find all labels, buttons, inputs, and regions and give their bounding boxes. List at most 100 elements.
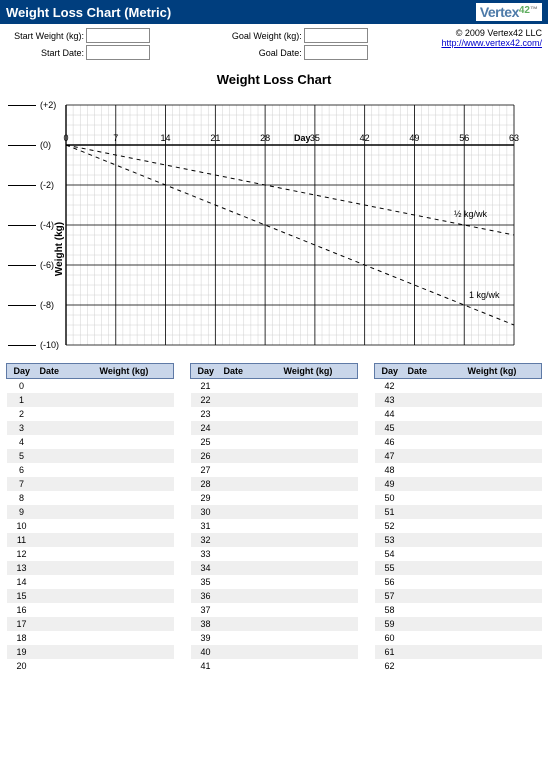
- cell-date[interactable]: [221, 491, 281, 505]
- cell-weight[interactable]: [465, 379, 542, 393]
- cell-date[interactable]: [221, 477, 281, 491]
- cell-weight[interactable]: [465, 659, 542, 673]
- cell-weight[interactable]: [281, 617, 358, 631]
- cell-date[interactable]: [405, 505, 465, 519]
- cell-date[interactable]: [221, 379, 281, 393]
- cell-date[interactable]: [221, 519, 281, 533]
- cell-date[interactable]: [221, 463, 281, 477]
- cell-weight[interactable]: [281, 421, 358, 435]
- cell-date[interactable]: [405, 645, 465, 659]
- cell-date[interactable]: [221, 393, 281, 407]
- cell-weight[interactable]: [465, 547, 542, 561]
- cell-date[interactable]: [37, 505, 97, 519]
- cell-date[interactable]: [221, 645, 281, 659]
- cell-weight[interactable]: [465, 519, 542, 533]
- cell-date[interactable]: [405, 421, 465, 435]
- cell-weight[interactable]: [281, 407, 358, 421]
- cell-weight[interactable]: [97, 603, 174, 617]
- cell-date[interactable]: [221, 505, 281, 519]
- cell-date[interactable]: [37, 491, 97, 505]
- cell-weight[interactable]: [281, 533, 358, 547]
- cell-weight[interactable]: [281, 379, 358, 393]
- cell-weight[interactable]: [465, 407, 542, 421]
- cell-weight[interactable]: [465, 645, 542, 659]
- cell-date[interactable]: [405, 519, 465, 533]
- cell-weight[interactable]: [281, 575, 358, 589]
- cell-weight[interactable]: [97, 617, 174, 631]
- cell-date[interactable]: [37, 533, 97, 547]
- cell-date[interactable]: [221, 589, 281, 603]
- cell-date[interactable]: [221, 449, 281, 463]
- cell-date[interactable]: [221, 631, 281, 645]
- cell-weight[interactable]: [97, 463, 174, 477]
- cell-date[interactable]: [37, 589, 97, 603]
- cell-date[interactable]: [221, 407, 281, 421]
- goal-weight-input[interactable]: [304, 28, 368, 43]
- cell-weight[interactable]: [97, 435, 174, 449]
- cell-weight[interactable]: [281, 449, 358, 463]
- cell-date[interactable]: [405, 533, 465, 547]
- cell-weight[interactable]: [281, 435, 358, 449]
- cell-date[interactable]: [37, 603, 97, 617]
- cell-date[interactable]: [37, 631, 97, 645]
- cell-weight[interactable]: [97, 589, 174, 603]
- cell-weight[interactable]: [281, 519, 358, 533]
- cell-date[interactable]: [37, 561, 97, 575]
- cell-date[interactable]: [405, 393, 465, 407]
- cell-date[interactable]: [37, 463, 97, 477]
- cell-date[interactable]: [405, 603, 465, 617]
- cell-weight[interactable]: [97, 477, 174, 491]
- cell-weight[interactable]: [465, 631, 542, 645]
- cell-weight[interactable]: [97, 631, 174, 645]
- cell-weight[interactable]: [281, 659, 358, 673]
- cell-date[interactable]: [405, 659, 465, 673]
- cell-date[interactable]: [221, 547, 281, 561]
- cell-date[interactable]: [37, 477, 97, 491]
- cell-weight[interactable]: [97, 547, 174, 561]
- cell-weight[interactable]: [465, 477, 542, 491]
- cell-weight[interactable]: [97, 533, 174, 547]
- cell-weight[interactable]: [465, 449, 542, 463]
- cell-weight[interactable]: [97, 519, 174, 533]
- cell-date[interactable]: [405, 463, 465, 477]
- cell-date[interactable]: [37, 379, 97, 393]
- cell-date[interactable]: [405, 589, 465, 603]
- cell-weight[interactable]: [281, 393, 358, 407]
- cell-weight[interactable]: [465, 589, 542, 603]
- cell-date[interactable]: [37, 575, 97, 589]
- cell-date[interactable]: [221, 603, 281, 617]
- cell-date[interactable]: [405, 491, 465, 505]
- cell-date[interactable]: [37, 645, 97, 659]
- start-weight-input[interactable]: [86, 28, 150, 43]
- goal-date-input[interactable]: [304, 45, 368, 60]
- cell-date[interactable]: [405, 435, 465, 449]
- cell-date[interactable]: [221, 561, 281, 575]
- cell-date[interactable]: [37, 435, 97, 449]
- cell-weight[interactable]: [97, 449, 174, 463]
- cell-weight[interactable]: [97, 505, 174, 519]
- cell-weight[interactable]: [465, 491, 542, 505]
- cell-date[interactable]: [405, 379, 465, 393]
- cell-weight[interactable]: [97, 575, 174, 589]
- cell-date[interactable]: [405, 477, 465, 491]
- cell-weight[interactable]: [281, 491, 358, 505]
- cell-weight[interactable]: [97, 379, 174, 393]
- cell-weight[interactable]: [281, 561, 358, 575]
- cell-weight[interactable]: [281, 603, 358, 617]
- cell-date[interactable]: [405, 617, 465, 631]
- cell-weight[interactable]: [465, 435, 542, 449]
- cell-weight[interactable]: [97, 561, 174, 575]
- cell-weight[interactable]: [97, 491, 174, 505]
- cell-date[interactable]: [405, 561, 465, 575]
- cell-weight[interactable]: [97, 421, 174, 435]
- cell-weight[interactable]: [465, 421, 542, 435]
- cell-date[interactable]: [405, 631, 465, 645]
- cell-weight[interactable]: [281, 547, 358, 561]
- cell-weight[interactable]: [97, 645, 174, 659]
- cell-date[interactable]: [405, 575, 465, 589]
- cell-weight[interactable]: [281, 463, 358, 477]
- cell-weight[interactable]: [281, 477, 358, 491]
- cell-weight[interactable]: [97, 393, 174, 407]
- cell-weight[interactable]: [465, 575, 542, 589]
- cell-weight[interactable]: [281, 505, 358, 519]
